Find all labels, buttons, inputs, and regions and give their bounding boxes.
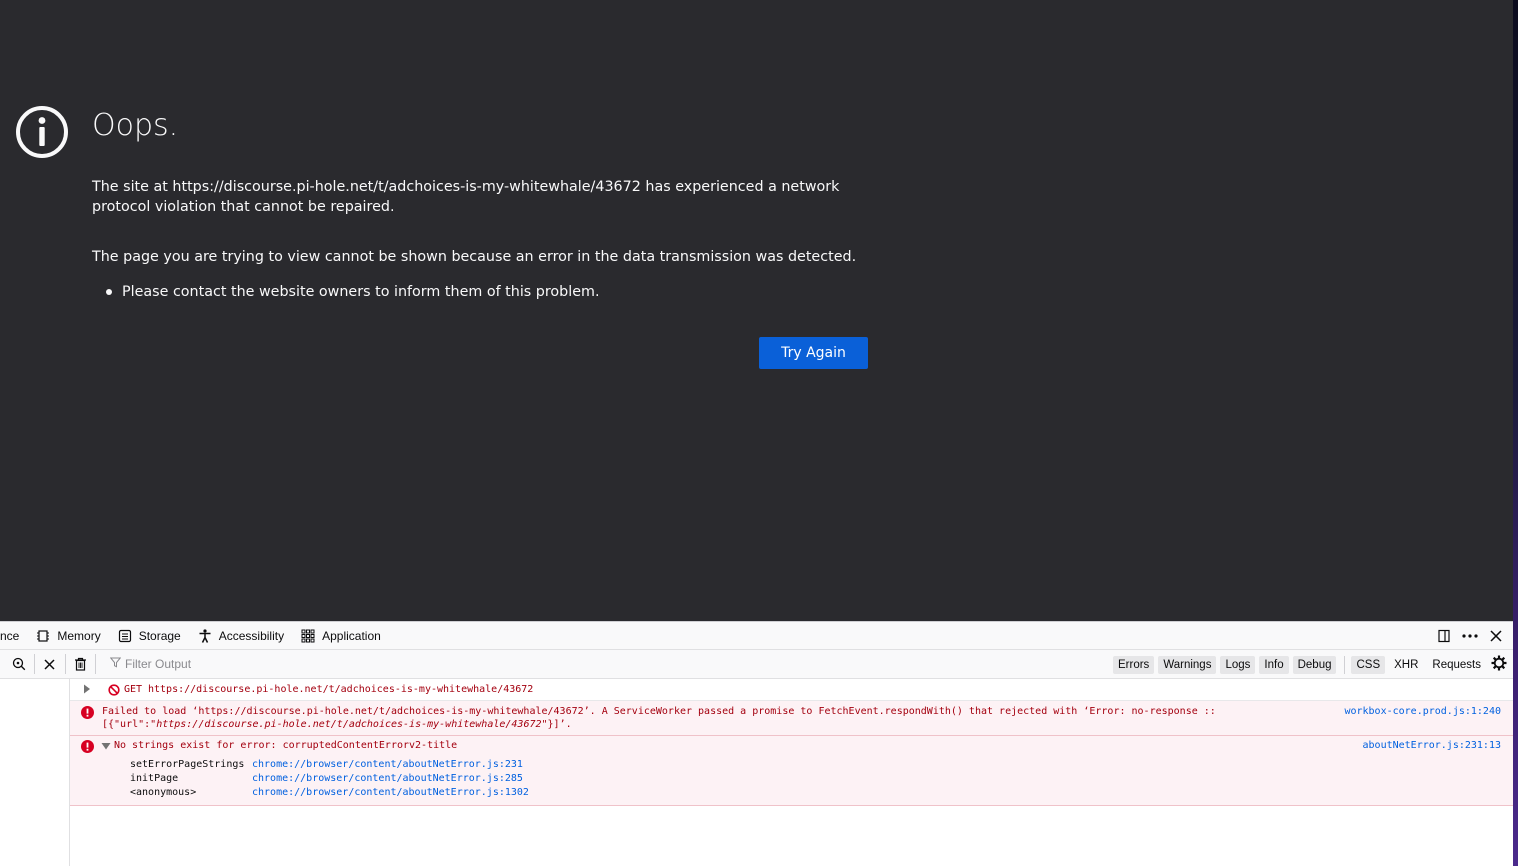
error-suggestion-item: Please contact the website owners to inf… [106,282,600,302]
log-level-filters: Errors Warnings Logs Info Debug CSS XHR … [1113,653,1490,676]
source-link[interactable]: workbox-core.prod.js:1:240 [1344,706,1501,717]
request-method: GET [124,684,143,695]
accessibility-icon [197,628,213,644]
tab-storage[interactable]: Storage [109,622,189,650]
error-message-line: Failed to load ‘https://discourse.pi-hol… [102,706,1216,717]
gear-icon[interactable] [1490,654,1508,675]
search-icon[interactable] [8,652,30,676]
bullet-icon [106,289,112,295]
filter-css-button[interactable]: CSS [1351,655,1386,674]
stack-frame-link[interactable]: chrome://browser/content/aboutNetError.j… [252,759,523,770]
divider [1344,655,1346,674]
filter-errors-button[interactable]: Errors [1113,655,1155,674]
filter-box [100,652,1100,676]
console-output: GET https://discourse.pi-hole.net/t/adch… [0,679,1513,866]
error-suggestion-text: Please contact the website owners to inf… [122,284,600,300]
tab-label: Accessibility [218,628,285,643]
error-message-line: No strings exist for error: corruptedCon… [114,740,458,751]
source-link[interactable]: aboutNetError.js:231:13 [1363,740,1501,751]
devtools-actions [1431,622,1509,650]
error-icon [81,740,94,756]
desktop-background-edge [1513,0,1518,866]
tab-accessibility[interactable]: Accessibility [189,622,292,650]
error-page: Oops. The site at https://discourse.pi-h… [0,0,1513,621]
filter-info-button[interactable]: Info [1259,655,1289,674]
filter-logs-button[interactable]: Logs [1220,655,1256,674]
tab-performance[interactable]: nce [0,622,27,650]
try-again-button[interactable]: Try Again [759,337,868,369]
console-message-network[interactable]: GET https://discourse.pi-hole.net/t/adch… [70,679,1513,701]
tab-application[interactable]: Application [292,622,389,650]
filter-requests-button[interactable]: Requests [1427,656,1486,674]
filter-debug-button[interactable]: Debug [1292,655,1337,674]
console-toolbar: Errors Warnings Logs Info Debug CSS XHR … [0,650,1513,679]
error-title: Oops. [92,108,179,143]
request-url[interactable]: https://discourse.pi-hole.net/t/adchoice… [148,684,533,695]
divider [33,654,35,674]
console-message-error: No strings exist for error: corruptedCon… [70,736,1513,806]
application-grid-icon [300,628,316,644]
info-icon [16,106,68,158]
devtools-tab-bar: nce Memory Storage Accessibility Applica… [0,622,1513,650]
error-description: The site at https://discourse.pi-hole.ne… [92,179,840,215]
devtools-panel: nce Memory Storage Accessibility Applica… [0,621,1513,866]
console-left-tools [0,650,100,679]
divider [95,654,97,674]
expand-arrow-icon[interactable] [83,684,91,697]
error-icon [81,706,94,722]
collapse-arrow-icon[interactable] [101,742,111,753]
stack-frame-link[interactable]: chrome://browser/content/aboutNetError.j… [252,773,523,784]
tab-label: Application [322,628,381,643]
console-gutter [0,679,70,866]
error-message-line-2: [{"url":"https://discourse.pi-hole.net/t… [102,719,572,730]
close-icon[interactable] [1483,623,1509,649]
error-long-description: The page you are trying to view cannot b… [92,249,857,265]
filter-input[interactable] [125,657,1025,671]
filter-icon [109,657,122,671]
memory-icon [35,628,51,644]
tab-memory[interactable]: Memory [27,622,108,650]
console-message-error: Failed to load ‘https://discourse.pi-hol… [70,701,1513,736]
error-message-url: https://discourse.pi-hole.net/t/adchoice… [156,719,542,730]
filter-xhr-button[interactable]: XHR [1389,656,1423,674]
stack-frame-function: setErrorPageStrings [130,759,245,770]
close-split-icon[interactable] [39,652,61,676]
tab-label: nce [0,628,20,643]
blocked-icon [108,684,120,699]
trash-icon[interactable] [69,652,91,676]
dock-side-icon[interactable] [1431,623,1457,649]
tab-label: Storage [138,628,181,643]
more-options-icon[interactable] [1457,623,1483,649]
error-message-prefix: [{"url":" [102,719,157,730]
filter-warnings-button[interactable]: Warnings [1158,655,1217,674]
storage-icon [117,628,133,644]
stack-frame-function: <anonymous> [130,787,197,798]
error-message-suffix: "}]’. [541,719,572,730]
tab-label: Memory [57,628,101,643]
stack-frame-function: initPage [130,773,179,784]
divider [64,654,66,674]
stack-frame-link[interactable]: chrome://browser/content/aboutNetError.j… [252,787,529,798]
